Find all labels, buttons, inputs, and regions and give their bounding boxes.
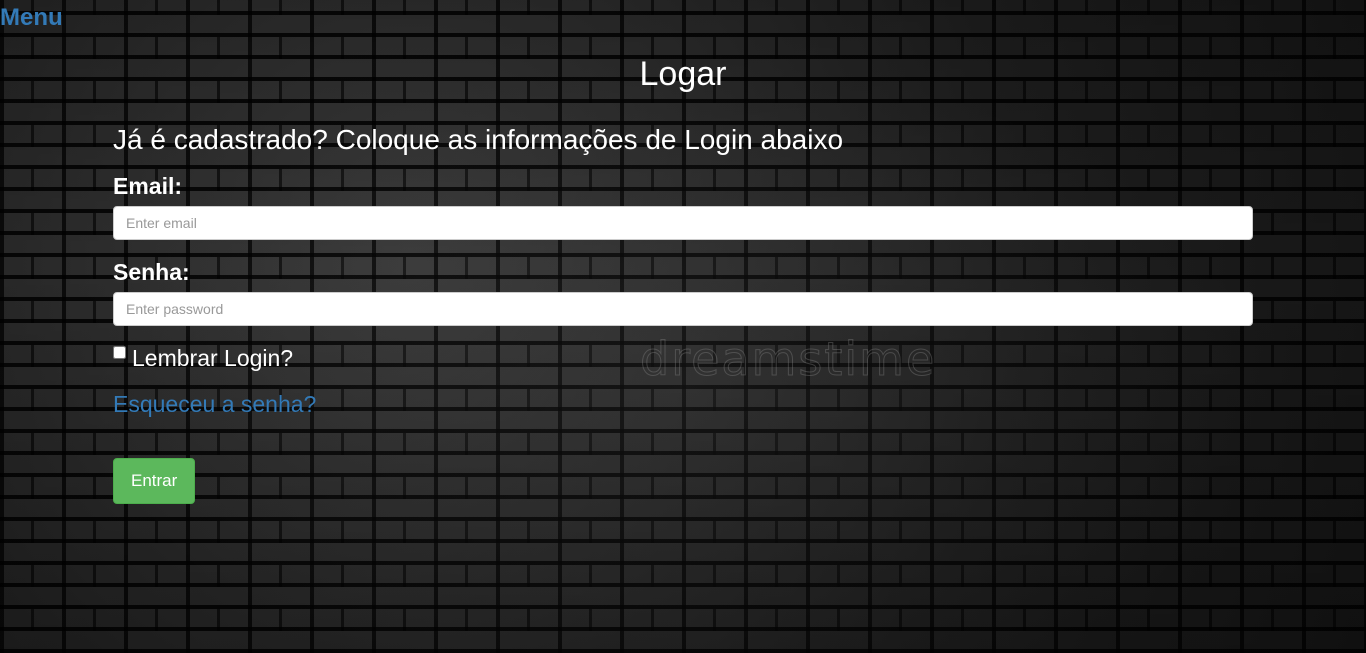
email-field[interactable] (113, 206, 1253, 240)
page-title: Logar (639, 55, 727, 93)
login-subtitle: Já é cadastrado? Coloque as informações … (113, 124, 844, 155)
remember-login-checkbox[interactable] (113, 346, 126, 359)
email-label: Email: (113, 173, 183, 199)
remember-login-row: Lembrar Login? (113, 344, 1253, 374)
menu-link[interactable]: Menu (0, 4, 63, 32)
forgot-password-link[interactable]: Esqueceu a senha? (113, 391, 316, 418)
login-submit-button[interactable]: Entrar (113, 458, 196, 504)
remember-login-label: Lembrar Login? (132, 345, 294, 371)
password-field[interactable] (113, 292, 1253, 326)
password-label: Senha: (113, 259, 190, 285)
login-form: Já é cadastrado? Coloque as informações … (113, 122, 1253, 504)
